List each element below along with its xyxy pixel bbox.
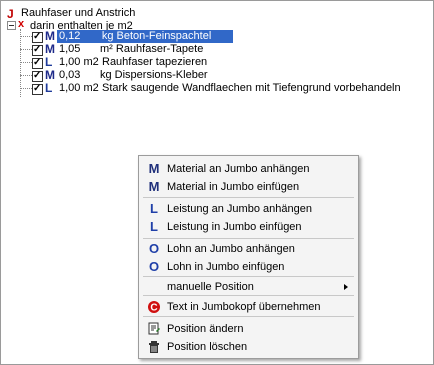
- menu-separator: [143, 316, 354, 317]
- menu-separator: [143, 238, 354, 239]
- menu-item-text-to-header[interactable]: C Text in Jumbokopf übernehmen: [139, 298, 358, 316]
- tree-item[interactable]: L 1,00 m2 Rauhfaser tapezieren: [32, 56, 282, 69]
- checkbox-checked-icon[interactable]: [32, 30, 43, 43]
- menu-item-labor-insert[interactable]: L Leistung in Jumbo einfügen: [139, 218, 358, 236]
- tree-connector: [20, 62, 32, 63]
- menu-item-label: Material in Jumbo einfügen: [167, 181, 300, 193]
- position-tree: J Rauhfaser und Anstrich x darin enthalt…: [1, 1, 433, 141]
- tree-item[interactable]: M 1,05 m² Rauhfaser-Tapete: [32, 43, 282, 56]
- menu-item-label: Position ändern: [167, 323, 244, 335]
- item-description: m² Rauhfaser-Tapete: [100, 43, 204, 55]
- menu-item-label: Lohn in Jumbo einfügen: [167, 261, 285, 273]
- menu-item-label: Lohn an Jumbo anhängen: [167, 243, 295, 255]
- tree-item[interactable]: M 0,12 kg Beton-Feinspachtel: [32, 30, 282, 43]
- checkbox-checked-icon[interactable]: [32, 82, 43, 95]
- checkbox-checked-icon[interactable]: [32, 69, 43, 82]
- menu-item-label: Leistung in Jumbo einfügen: [167, 221, 302, 233]
- material-icon: M: [148, 161, 160, 176]
- svg-text:C: C: [150, 303, 157, 314]
- menu-separator: [143, 276, 354, 277]
- checkbox-checked-icon[interactable]: [32, 43, 43, 56]
- tree-item[interactable]: L 1,00 m2 Stark saugende Wandflaechen mi…: [32, 82, 432, 95]
- material-icon: M: [148, 179, 160, 194]
- labor-icon: L: [150, 219, 158, 234]
- x-mark-icon: x: [18, 18, 25, 30]
- tree-panel: J Rauhfaser und Anstrich x darin enthalt…: [0, 0, 434, 365]
- collapse-toggle-icon[interactable]: [7, 21, 16, 30]
- menu-item-labor-append[interactable]: L Leistung an Jumbo anhängen: [139, 200, 358, 218]
- menu-separator: [143, 295, 354, 296]
- item-quantity: 0,12: [59, 30, 81, 42]
- tree-root-label[interactable]: Rauhfaser und Anstrich: [21, 7, 135, 20]
- selected-item-text: 0,12 kg Beton-Feinspachtel: [57, 30, 233, 43]
- menu-item-label: Material an Jumbo anhängen: [167, 163, 310, 175]
- menu-item-material-append[interactable]: M Material an Jumbo anhängen: [139, 160, 358, 178]
- tree-connector: [20, 88, 32, 89]
- menu-item-wage-insert[interactable]: O Lohn in Jumbo einfügen: [139, 258, 358, 276]
- menu-item-material-insert[interactable]: M Material in Jumbo einfügen: [139, 178, 358, 196]
- labor-icon: L: [150, 201, 158, 216]
- menu-item-label: Position löschen: [167, 341, 248, 353]
- jumbo-icon: J: [7, 7, 14, 21]
- labor-type-icon: L: [45, 81, 53, 95]
- trash-icon: [147, 338, 161, 359]
- submenu-arrow-icon: [344, 284, 348, 290]
- menu-item-label: Leistung an Jumbo anhängen: [167, 203, 312, 215]
- menu-item-wage-append[interactable]: O Lohn an Jumbo anhängen: [139, 240, 358, 258]
- item-description: kg Dispersions-Kleber: [100, 69, 208, 81]
- item-quantity: 1,05: [59, 43, 81, 55]
- item-quantity: 1,00 m2: [59, 56, 99, 68]
- item-quantity: 1,00 m2: [59, 82, 99, 94]
- menu-item-label: Text in Jumbokopf übernehmen: [167, 301, 321, 313]
- item-quantity: 0,03: [59, 69, 81, 81]
- menu-item-manual-position[interactable]: manuelle Position: [139, 278, 358, 296]
- wage-icon: O: [148, 241, 160, 256]
- menu-separator: [143, 197, 354, 198]
- context-menu: M Material an Jumbo anhängen M Material …: [138, 155, 359, 359]
- item-description: Stark saugende Wandflaechen mit Tiefengr…: [102, 82, 401, 94]
- menu-item-label: manuelle Position: [167, 281, 254, 293]
- tree-connector: [20, 29, 21, 97]
- tree-item[interactable]: M 0,03 kg Dispersions-Kleber: [32, 69, 282, 82]
- menu-item-edit-position[interactable]: Position ändern: [139, 320, 358, 338]
- item-description: Rauhfaser tapezieren: [102, 56, 208, 68]
- wage-icon: O: [148, 259, 160, 274]
- checkbox-checked-icon[interactable]: [32, 56, 43, 69]
- tree-connector: [20, 36, 32, 37]
- tree-connector: [20, 49, 32, 50]
- menu-item-delete-position[interactable]: Position löschen: [139, 338, 358, 356]
- tree-connector: [20, 75, 32, 76]
- item-description: kg Beton-Feinspachtel: [101, 30, 212, 42]
